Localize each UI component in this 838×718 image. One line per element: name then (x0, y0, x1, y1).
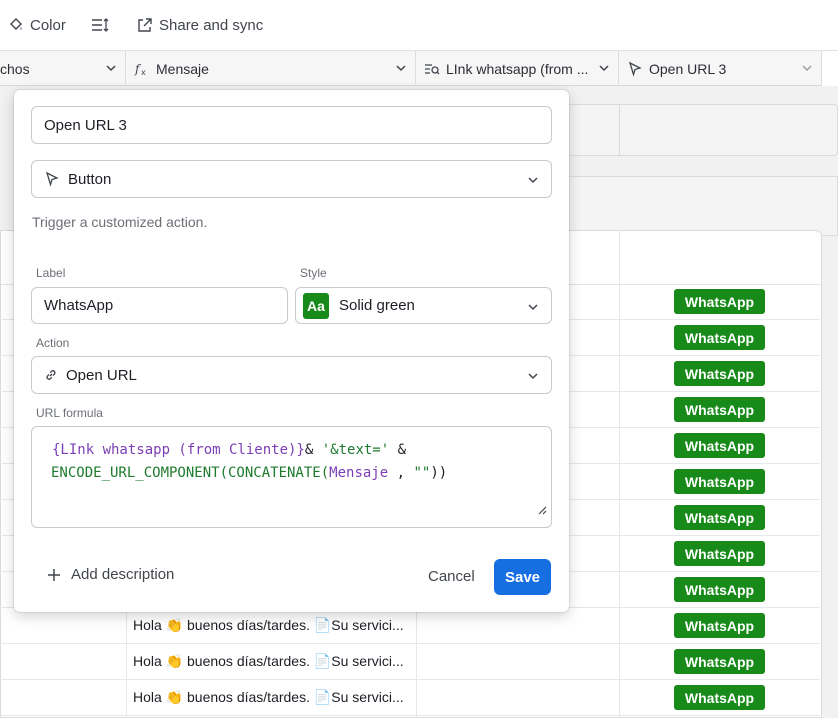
column-header-link-whatsapp[interactable]: LInk whatsapp (from ... (416, 51, 619, 86)
action-select[interactable]: Open URL (31, 356, 552, 394)
chevron-down-icon[interactable] (395, 61, 407, 77)
toolbar: Color Share and sync (0, 0, 838, 50)
chevron-down-icon (527, 173, 539, 190)
action-value: Open URL (66, 366, 137, 384)
cursor-icon (627, 61, 643, 77)
group-panel (560, 104, 838, 156)
add-description-label: Add description (71, 566, 175, 583)
url-formula-caption: URL formula (36, 406, 103, 420)
style-select[interactable]: Aa Solid green (295, 287, 552, 324)
column-name: Mensaje (156, 60, 209, 77)
group-panel (560, 176, 838, 236)
field-type-value: Button (68, 170, 112, 188)
resize-handle-icon[interactable] (537, 500, 547, 523)
color-label: Color (30, 16, 66, 34)
chevron-down-icon (527, 369, 539, 386)
formula-icon: fx (134, 61, 150, 77)
mensaje-cell: Hola 👏 buenos días/tardes. 📄Su servici..… (133, 653, 404, 669)
chevron-down-icon[interactable] (105, 61, 117, 77)
field-name-input[interactable]: Open URL 3 (31, 106, 552, 144)
share-label: Share and sync (159, 16, 264, 34)
row-height-icon (91, 17, 109, 33)
whatsapp-button[interactable]: WhatsApp (674, 361, 765, 386)
svg-text:x: x (141, 68, 146, 77)
chevron-down-icon[interactable] (801, 61, 813, 77)
mensaje-cell: Hola 👏 buenos días/tardes. 📄Su servici..… (133, 689, 404, 705)
cursor-icon (44, 171, 60, 187)
lookup-icon (424, 61, 440, 77)
label-input[interactable]: WhatsApp (31, 287, 288, 324)
formula-line-1: {LInk whatsapp (from Cliente)}& '&text='… (52, 442, 407, 458)
whatsapp-button[interactable]: WhatsApp (674, 613, 765, 638)
action-caption: Action (36, 336, 70, 350)
chevron-down-icon[interactable] (598, 61, 610, 77)
field-type-description: Trigger a customized action. (32, 214, 208, 230)
whatsapp-button[interactable]: WhatsApp (674, 289, 765, 314)
label-value: WhatsApp (44, 297, 114, 314)
column-name: LInk whatsapp (from ... (446, 60, 589, 77)
paint-bucket-icon (8, 17, 24, 33)
style-swatch: Aa (303, 292, 329, 319)
column-name: Open URL 3 (649, 60, 727, 77)
whatsapp-button[interactable]: WhatsApp (674, 433, 765, 458)
color-button[interactable]: Color (8, 13, 66, 37)
field-type-select[interactable]: Button (31, 160, 552, 198)
plus-icon (47, 568, 61, 582)
share-and-sync-button[interactable]: Share and sync (137, 13, 263, 37)
field-config-dialog: Open URL 3 Button Trigger a customized a… (14, 90, 569, 612)
column-header-bar: chos fx Mensaje LInk whatsapp (from ... … (0, 50, 838, 86)
whatsapp-button[interactable]: WhatsApp (674, 397, 765, 422)
save-button[interactable]: Save (494, 559, 551, 595)
whatsapp-button[interactable]: WhatsApp (674, 577, 765, 602)
add-description-button[interactable]: Add description (47, 566, 174, 583)
url-formula-editor[interactable]: {LInk whatsapp (from Cliente)}& '&text='… (31, 426, 552, 528)
row-height-button[interactable] (91, 13, 109, 37)
whatsapp-button[interactable]: WhatsApp (674, 505, 765, 530)
table-row[interactable]: Hola 👏 buenos días/tardes. 📄Su servici..… (0, 680, 820, 716)
whatsapp-button[interactable]: WhatsApp (674, 541, 765, 566)
table-row[interactable]: Hola 👏 buenos días/tardes. 📄Su servici..… (0, 608, 820, 644)
cancel-button[interactable]: Cancel (428, 568, 475, 585)
column-header-end (822, 51, 838, 86)
table-row[interactable]: Hola 👏 buenos días/tardes. 📄Su servici..… (0, 644, 820, 680)
chevron-down-icon (527, 300, 539, 317)
label-caption: Label (36, 266, 66, 280)
formula-line-2: ENCODE_URL_COMPONENT(CONCATENATE(Mensaje… (51, 465, 448, 481)
link-icon (44, 368, 58, 382)
style-value: Solid green (339, 297, 415, 314)
whatsapp-button[interactable]: WhatsApp (674, 685, 765, 710)
mensaje-cell: Hola 👏 buenos días/tardes. 📄Su servici..… (133, 617, 404, 633)
field-name-value: Open URL 3 (44, 116, 127, 134)
whatsapp-button[interactable]: WhatsApp (674, 469, 765, 494)
external-share-icon (137, 17, 153, 33)
column-header-mensaje[interactable]: fx Mensaje (126, 51, 416, 86)
column-header-open-url-3[interactable]: Open URL 3 (619, 51, 822, 86)
style-caption: Style (300, 266, 327, 280)
whatsapp-button[interactable]: WhatsApp (674, 649, 765, 674)
column-header-hechos[interactable]: chos (0, 51, 126, 86)
whatsapp-button[interactable]: WhatsApp (674, 325, 765, 350)
column-name: chos (0, 60, 30, 77)
